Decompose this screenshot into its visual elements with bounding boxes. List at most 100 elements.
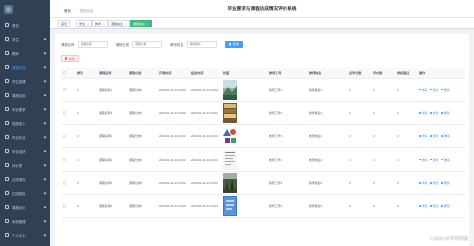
row-checkbox[interactable] bbox=[63, 204, 67, 208]
tag-course-info[interactable]: 课程信息 × bbox=[108, 20, 130, 27]
modify-button[interactable]: 修改 bbox=[430, 181, 438, 185]
sidebar-item[interactable]: 课程目标 bbox=[0, 88, 50, 102]
sidebar-item[interactable]: 个人中心 bbox=[0, 228, 50, 242]
detail-button[interactable]: 详情 bbox=[419, 111, 427, 115]
chevron-down-icon bbox=[43, 51, 47, 54]
column-header: 结束时间 bbox=[189, 68, 221, 79]
delete-button[interactable]: 删除 bbox=[441, 158, 450, 162]
sidebar-item-label: 毕业成绩 bbox=[12, 149, 26, 154]
cell-name: 课程名称2 bbox=[97, 101, 127, 126]
chevron-down-icon bbox=[43, 191, 47, 194]
watermark: CSDN @平哥学姐 bbox=[430, 236, 468, 241]
cell-teacher-no: 教师工号1 bbox=[267, 78, 307, 102]
detail-label: 详情 bbox=[421, 87, 428, 92]
menu-icon bbox=[5, 23, 9, 27]
delete-button[interactable]: 删除 bbox=[441, 88, 450, 92]
modify-button[interactable]: 修改 bbox=[430, 204, 438, 208]
edit-icon bbox=[430, 112, 432, 114]
tag-students[interactable]: 学生 × bbox=[76, 20, 92, 27]
close-icon[interactable]: × bbox=[147, 22, 149, 26]
cell-name: 课程名称5 bbox=[97, 171, 127, 195]
detail-button[interactable]: 详情 bbox=[419, 204, 427, 208]
teacher-name-input[interactable] bbox=[186, 40, 217, 48]
cell-teacher-name: 教师姓名6 bbox=[307, 194, 347, 219]
row-select-cell[interactable] bbox=[61, 147, 75, 172]
column-header: 操作 bbox=[417, 68, 465, 79]
menu-icon bbox=[5, 177, 9, 181]
modify-button[interactable]: 修改 bbox=[430, 158, 438, 162]
select-all-header[interactable] bbox=[61, 68, 75, 79]
detail-button[interactable]: 详情 bbox=[419, 134, 427, 138]
tag-teachers[interactable]: 教师 × bbox=[92, 20, 108, 27]
sidebar-item[interactable]: 达成报告 bbox=[0, 186, 50, 200]
actions-cell: 详情 修改 删除 bbox=[417, 147, 465, 172]
actions-cell: 详情 修改 删除 bbox=[417, 194, 465, 219]
category-input[interactable] bbox=[132, 40, 163, 48]
delete-button[interactable]: 删除 bbox=[441, 204, 450, 208]
cell-approved: 5 bbox=[395, 171, 417, 195]
delete-icon bbox=[441, 112, 443, 114]
sidebar-item[interactable]: 课程信息 bbox=[0, 60, 50, 74]
sidebar-item[interactable]: 毕业成绩 bbox=[0, 144, 50, 158]
sidebar-item[interactable]: 评价表 bbox=[0, 158, 50, 172]
chevron-down-icon bbox=[43, 65, 47, 68]
row-select-cell[interactable] bbox=[61, 171, 75, 195]
row-checkbox[interactable] bbox=[63, 181, 67, 185]
modify-button[interactable]: 修改 bbox=[430, 111, 438, 115]
sidebar-item[interactable]: 系统管理 bbox=[0, 214, 50, 228]
tag-course-info-active[interactable]: 课程信息 × bbox=[130, 20, 152, 27]
sidebar-item-label: 课程目标 bbox=[12, 93, 26, 98]
row-select-cell[interactable] bbox=[61, 78, 75, 102]
delete-button[interactable]: 删除 bbox=[441, 134, 450, 138]
row-checkbox[interactable] bbox=[63, 157, 67, 162]
detail-button[interactable]: 详情 bbox=[419, 158, 427, 162]
row-select-cell[interactable] bbox=[61, 124, 75, 149]
sidebar-item[interactable]: 课程评价 bbox=[0, 200, 50, 214]
sidebar-item[interactable]: 成绩录入 bbox=[0, 116, 50, 130]
search-button[interactable]: 查询 bbox=[224, 40, 243, 48]
close-icon[interactable]: × bbox=[87, 22, 89, 26]
chevron-down-icon bbox=[43, 107, 47, 110]
sidebar-item[interactable]: 教师 bbox=[0, 46, 50, 60]
modify-button[interactable]: 修改 bbox=[430, 88, 438, 92]
detail-button[interactable]: 详情 bbox=[419, 181, 427, 185]
row-checkbox[interactable] bbox=[63, 111, 67, 115]
sidebar-item[interactable]: 达成情况 bbox=[0, 172, 50, 186]
cell-approved: 6 bbox=[395, 194, 417, 219]
search-button-label: 查询 bbox=[232, 42, 239, 46]
sidebar-item[interactable]: 毕业作业 bbox=[0, 130, 50, 144]
select-all-checkbox[interactable] bbox=[63, 71, 67, 75]
cell-credits: 5 bbox=[347, 171, 371, 195]
cell-category: 课程分类4 bbox=[127, 147, 157, 172]
delete-button[interactable]: 删除 bbox=[441, 181, 450, 185]
cell-end: 2024-01-16 22:13:02 bbox=[189, 101, 221, 126]
sidebar-item[interactable]: 首页 bbox=[0, 18, 50, 32]
row-select-cell[interactable] bbox=[61, 194, 75, 219]
close-icon[interactable]: × bbox=[125, 22, 127, 26]
sidebar-item-label: 毕业要求 bbox=[12, 107, 26, 112]
app-root: 首页 学生 教师 课程信息 学生选课 课程目标 毕业要求 成绩录入 毕业作业 毕业成绩 评价表 达成情… bbox=[0, 0, 474, 246]
sidebar-item[interactable]: 毕业要求 bbox=[0, 102, 50, 116]
detail-label: 详情 bbox=[421, 134, 428, 139]
cover-cell bbox=[221, 124, 267, 149]
close-icon[interactable]: × bbox=[103, 22, 105, 26]
cell-end: 2024-01-16 22:13:02 bbox=[189, 78, 221, 102]
chevron-down-icon bbox=[43, 219, 47, 222]
cell-index: 5 bbox=[75, 171, 97, 195]
row-checkbox[interactable] bbox=[63, 134, 67, 138]
sidebar: 首页 学生 教师 课程信息 学生选课课程目标毕业要求成绩录入 毕业作业毕业成绩评价表 达成情… bbox=[0, 0, 50, 246]
row-checkbox[interactable] bbox=[63, 87, 67, 92]
delete-button[interactable]: 删除 bbox=[441, 111, 450, 115]
chevron-down-icon bbox=[43, 37, 47, 40]
batch-delete-button[interactable]: 删除 bbox=[61, 55, 79, 62]
modify-button[interactable]: 修改 bbox=[430, 134, 438, 138]
course-name-input[interactable] bbox=[77, 40, 108, 48]
sidebar-item[interactable]: 学生选课 bbox=[0, 74, 50, 88]
cell-start: 2024-01-16 22:13:02 bbox=[157, 101, 189, 126]
cell-reviews: 2 bbox=[371, 101, 395, 126]
row-select-cell[interactable] bbox=[61, 101, 75, 126]
sidebar-item[interactable]: 学生 bbox=[0, 32, 50, 46]
cover-image bbox=[223, 172, 237, 193]
tag-home[interactable]: 首页 bbox=[58, 20, 71, 27]
detail-button[interactable]: 详情 bbox=[419, 88, 427, 92]
